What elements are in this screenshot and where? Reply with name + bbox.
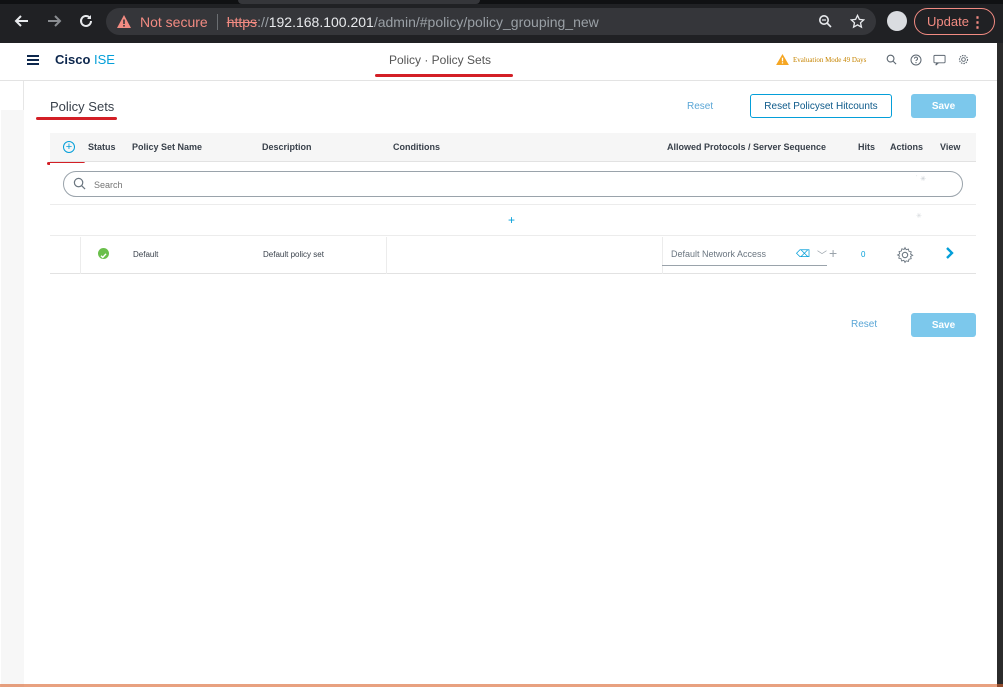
left-panel-shade <box>1 110 24 687</box>
chevron-down-icon[interactable]: ﹀ <box>817 247 827 262</box>
column-conditions[interactable]: Conditions <box>393 142 440 152</box>
add-icon[interactable]: + <box>63 141 75 153</box>
omnibox-divider <box>216 13 218 30</box>
evaluation-banner[interactable]: Evaluation Mode 49 Days <box>776 54 866 65</box>
brand-rest: ISE <box>90 52 115 67</box>
policy-set-name[interactable]: Default <box>133 250 158 259</box>
column-hits[interactable]: Hits <box>858 142 875 152</box>
update-label: Update <box>927 14 969 29</box>
url-scheme: https <box>226 13 258 30</box>
help-icon[interactable] <box>909 53 922 66</box>
more-menu-icon[interactable]: ⋮ <box>970 13 985 31</box>
column-name[interactable]: Policy Set Name <box>132 142 202 152</box>
protocol-value: Default Network Access <box>671 249 767 259</box>
app-header: Cisco ISE Policy · Policy Sets Evaluatio… <box>0 43 1003 81</box>
annotation-underline <box>375 74 513 77</box>
cell-divider <box>386 237 387 274</box>
forward-icon[interactable] <box>43 10 65 32</box>
profile-avatar[interactable] <box>887 11 907 31</box>
update-button[interactable]: Update ⋮ <box>914 8 995 35</box>
url-separator: :// <box>257 13 269 30</box>
not-secure-label[interactable]: Not secure <box>140 14 208 30</box>
search-box[interactable]: ˙ ✳ <box>63 171 963 197</box>
window-right-edge <box>997 43 1003 687</box>
title-annotation-underline <box>36 117 117 120</box>
gear-icon[interactable] <box>957 53 970 66</box>
gear-icon[interactable] <box>896 246 914 264</box>
add-row-icon[interactable]: + <box>508 213 515 227</box>
page-breadcrumb: Policy · Policy Sets <box>389 53 492 67</box>
column-protocols[interactable]: Allowed Protocols / Server Sequence <box>667 142 826 152</box>
feedback-icon[interactable] <box>933 53 946 66</box>
table-row[interactable]: Default Default policy set Default Netwo… <box>50 237 976 274</box>
table-search-row: ˙ ✳ <box>50 163 976 205</box>
column-actions: Actions <box>890 142 924 152</box>
policy-table-header: + Status Policy Set Name Description Con… <box>50 133 976 162</box>
search-decoration: ˙ ✳ <box>915 176 926 183</box>
star-icon[interactable] <box>848 12 866 30</box>
page-title[interactable]: Policy Sets <box>50 99 114 114</box>
active-tab-edge[interactable] <box>238 0 480 4</box>
column-description[interactable]: Description <box>262 142 312 152</box>
protocol-select[interactable]: Default Network Access ⌫ ﹀ <box>662 244 827 266</box>
hits-count[interactable]: 0 <box>861 250 865 259</box>
insert-decoration: ✳ <box>916 213 922 220</box>
warning-icon <box>117 14 131 28</box>
zoom-icon[interactable] <box>816 12 834 30</box>
footer-reset-button[interactable]: Reset <box>851 319 877 330</box>
search-input[interactable] <box>94 177 874 192</box>
reset-button[interactable]: Reset <box>687 101 713 112</box>
insert-row: + ✳ <box>50 206 976 236</box>
browser-toolbar: Not secure https://192.168.100.201/admin… <box>0 0 1003 43</box>
status-enabled-icon[interactable] <box>98 248 109 259</box>
policy-set-description[interactable]: Default policy set <box>263 250 324 259</box>
column-view: View <box>940 142 961 152</box>
reset-hitcounts-button[interactable]: Reset Policyset Hitcounts <box>750 94 892 118</box>
clear-icon[interactable]: ⌫ <box>796 249 810 260</box>
app-brand: Cisco ISE <box>55 52 115 67</box>
search-icon <box>73 177 86 190</box>
back-icon[interactable] <box>11 10 33 32</box>
cell-divider <box>80 237 81 274</box>
warning-icon <box>776 54 789 65</box>
evaluation-text: Evaluation Mode 49 Days <box>793 55 867 64</box>
footer-save-button[interactable]: Save <box>911 313 976 337</box>
search-icon[interactable] <box>885 53 898 66</box>
tab-strip <box>0 0 1003 4</box>
url-path: /admin/#policy/policy_grouping_new <box>373 13 599 30</box>
add-protocol-icon[interactable]: + <box>829 245 837 261</box>
chevron-right-icon[interactable] <box>945 246 955 260</box>
save-button[interactable]: Save <box>911 94 976 118</box>
hamburger-icon[interactable] <box>27 55 39 65</box>
address-bar[interactable]: Not secure https://192.168.100.201/admin… <box>106 8 876 35</box>
reload-icon[interactable] <box>75 10 97 32</box>
brand-bold: Cisco <box>55 52 91 67</box>
url-host: 192.168.100.201 <box>268 13 374 30</box>
column-status[interactable]: Status <box>88 142 116 152</box>
